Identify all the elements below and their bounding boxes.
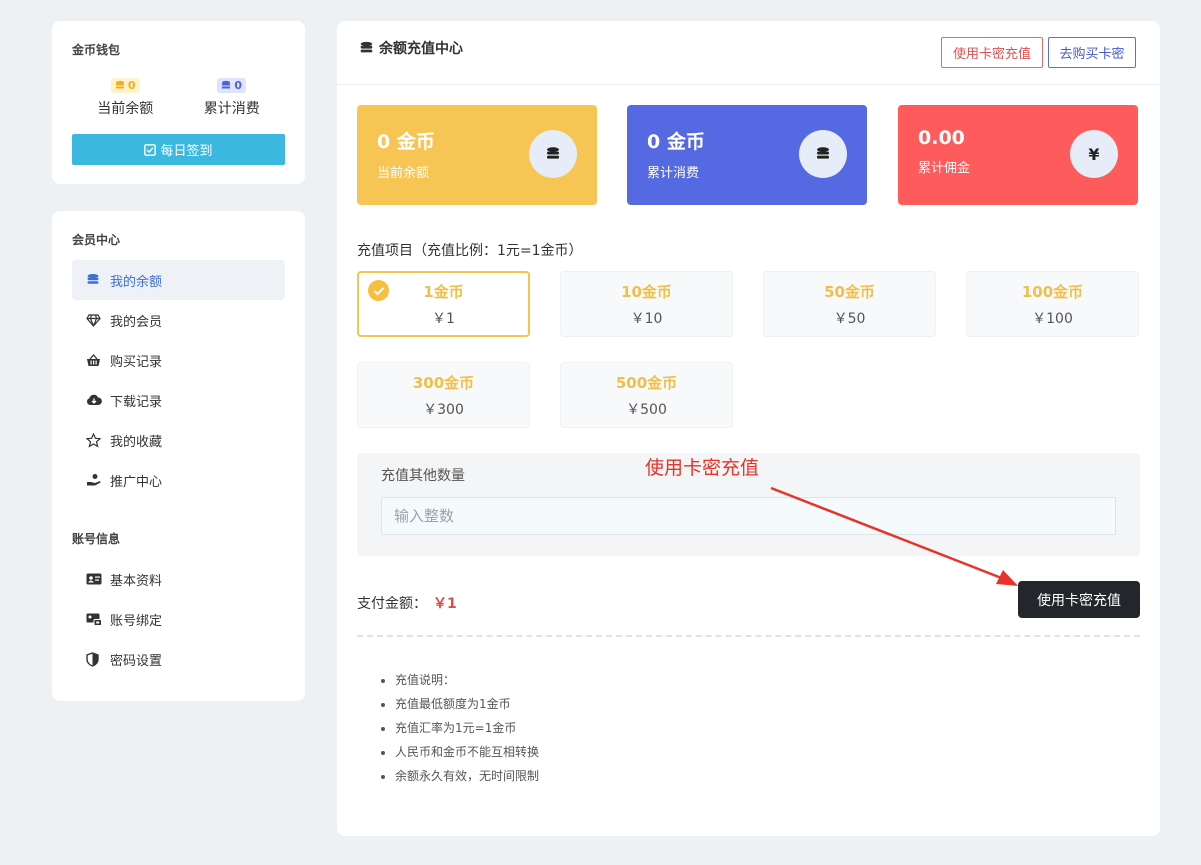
menu-item-label: 我的收藏: [110, 434, 163, 450]
note-item: 充值说明：: [395, 671, 539, 695]
wallet-card: 金币钱包 0 当前余额 0 累计消费 每日签到: [52, 21, 305, 184]
stat-total-spent: 0 金币 累计消费: [627, 105, 867, 205]
wallet-spent: 0 累计消费: [182, 75, 282, 118]
balance-badge-value: 0: [127, 78, 136, 92]
option-price: ￥10: [630, 311, 663, 327]
menu-item-label: 购买记录: [110, 354, 163, 370]
menu-item-label: 账号绑定: [110, 613, 163, 629]
stat-total-commission: 0.00 累计佣金 ¥: [898, 105, 1138, 205]
card-recharge-header-button[interactable]: 使用卡密充值: [941, 37, 1043, 68]
spent-badge-value: 0: [234, 78, 243, 92]
coins-icon: [817, 147, 829, 159]
option-coins: 50金币: [824, 283, 875, 301]
recharge-option-100[interactable]: 100金币 ￥100: [966, 271, 1139, 337]
daily-checkin-button[interactable]: 每日签到: [72, 134, 285, 165]
annotation-text: 使用卡密充值: [645, 457, 760, 479]
check-circle-icon: [368, 280, 389, 301]
wallet-title: 金币钱包: [72, 43, 121, 57]
recharge-option-300[interactable]: 300金币 ￥300: [357, 362, 530, 428]
recharge-option-1[interactable]: 1金币 ￥1: [357, 271, 530, 337]
menu-item-account-binding[interactable]: 账号绑定: [72, 599, 285, 639]
star-icon: [86, 432, 101, 448]
menu-item-label: 下载记录: [110, 394, 163, 410]
coins-icon: [87, 274, 99, 284]
note-item: 充值最低额度为1金币: [395, 695, 539, 719]
pay-amount-value: ￥1: [433, 596, 457, 612]
coins-icon: [360, 41, 373, 52]
coins-icon: [547, 147, 559, 159]
recharge-option-50[interactable]: 50金币 ￥50: [763, 271, 936, 337]
id-card-icon: [86, 573, 102, 585]
checkbox-icon: [144, 143, 157, 156]
menu-item-my-favorites[interactable]: 我的收藏: [72, 420, 285, 460]
option-coins: 500金币: [615, 374, 678, 392]
option-price: ￥500: [626, 402, 667, 418]
coins-icon: [222, 80, 231, 89]
coins-icon: [115, 80, 124, 89]
yen-icon: ¥: [1070, 130, 1118, 178]
checkin-label: 每日签到: [160, 144, 213, 159]
recharge-options-label: 充值项目（充值比例：1元=1金币）: [357, 243, 583, 259]
stat-icon-circle: [529, 130, 577, 178]
recharge-header: 余额充值中心 使用卡密充值 去购买卡密: [337, 21, 1160, 85]
wallet-balance: 0 当前余额: [75, 75, 175, 118]
buy-card-button[interactable]: 去购买卡密: [1048, 37, 1136, 68]
card-recharge-submit-button[interactable]: 使用卡密充值: [1018, 581, 1140, 618]
recharge-title-text: 余额充值中心: [379, 41, 463, 57]
note-item: 充值汇率为1元=1金币: [395, 719, 539, 743]
account-menu: 基本资料 账号绑定 密码设置: [72, 559, 285, 679]
note-item: 人民币和金币不能互相转换: [395, 743, 539, 767]
shield-icon: [86, 651, 99, 667]
member-menu: 我的余额 我的会员 购买记录 下载记录 我的收藏 推广中心: [72, 260, 285, 500]
option-coins: 100金币: [1021, 283, 1084, 301]
menu-item-label: 密码设置: [110, 653, 163, 669]
account-bind-icon: [86, 613, 102, 626]
recharge-option-10[interactable]: 10金币 ￥10: [560, 271, 733, 337]
menu-item-password-settings[interactable]: 密码设置: [72, 639, 285, 679]
menu-item-my-balance[interactable]: 我的余额: [72, 260, 285, 300]
other-amount-input[interactable]: [381, 497, 1116, 535]
diamond-icon: [86, 313, 101, 327]
menu-item-my-membership[interactable]: 我的会员: [72, 300, 285, 340]
menu-item-label: 推广中心: [110, 474, 163, 490]
menu-item-label: 基本资料: [110, 573, 163, 589]
option-price: ￥1: [432, 311, 455, 327]
menu-item-download-records[interactable]: 下载记录: [72, 380, 285, 420]
pay-amount-row: 支付金额： ￥1: [357, 593, 457, 613]
stat-icon-circle: [799, 130, 847, 178]
spent-badge: 0: [217, 77, 247, 93]
menu-item-promotion-center[interactable]: 推广中心: [72, 460, 285, 500]
pay-amount-label: 支付金额：: [357, 596, 427, 612]
recharge-notes: 充值说明： 充值最低额度为1金币 充值汇率为1元=1金币 人民币和金币不能互相转…: [395, 671, 539, 791]
stat-current-balance: 0 金币 当前余额: [357, 105, 597, 205]
spent-label: 累计消费: [203, 101, 260, 117]
member-center-card: 会员中心 我的余额 我的会员 购买记录 下载记录 我的收藏 推广中心 账号信息: [52, 211, 305, 701]
recharge-option-500[interactable]: 500金币 ￥500: [560, 362, 733, 428]
menu-item-purchase-records[interactable]: 购买记录: [72, 340, 285, 380]
basket-icon: [87, 353, 100, 366]
option-price: ￥100: [1032, 311, 1073, 327]
option-price: ￥300: [423, 402, 464, 418]
account-info-title: 账号信息: [72, 532, 121, 546]
balance-label: 当前余额: [97, 101, 154, 117]
recharge-title: 余额充值中心: [359, 38, 463, 58]
dashed-divider: [357, 635, 1140, 637]
wallet-stats: 0 当前余额 0 累计消费: [72, 75, 285, 118]
balance-badge: 0: [110, 77, 140, 93]
option-price: ￥50: [833, 311, 866, 327]
note-item: 余额永久有效，无时间限制: [395, 767, 539, 791]
menu-item-basic-profile[interactable]: 基本资料: [72, 559, 285, 599]
option-coins: 10金币: [621, 283, 672, 301]
member-center-title: 会员中心: [72, 233, 121, 247]
option-coins: 300金币: [412, 374, 475, 392]
cloud-download-icon: [87, 394, 102, 405]
menu-item-label: 我的余额: [110, 274, 163, 290]
recharge-center-card: 余额充值中心 使用卡密充值 去购买卡密 0 金币 当前余额 0 金币 累计消费 …: [337, 21, 1160, 836]
hand-coin-icon: [87, 474, 101, 486]
menu-item-label: 我的会员: [110, 314, 163, 330]
